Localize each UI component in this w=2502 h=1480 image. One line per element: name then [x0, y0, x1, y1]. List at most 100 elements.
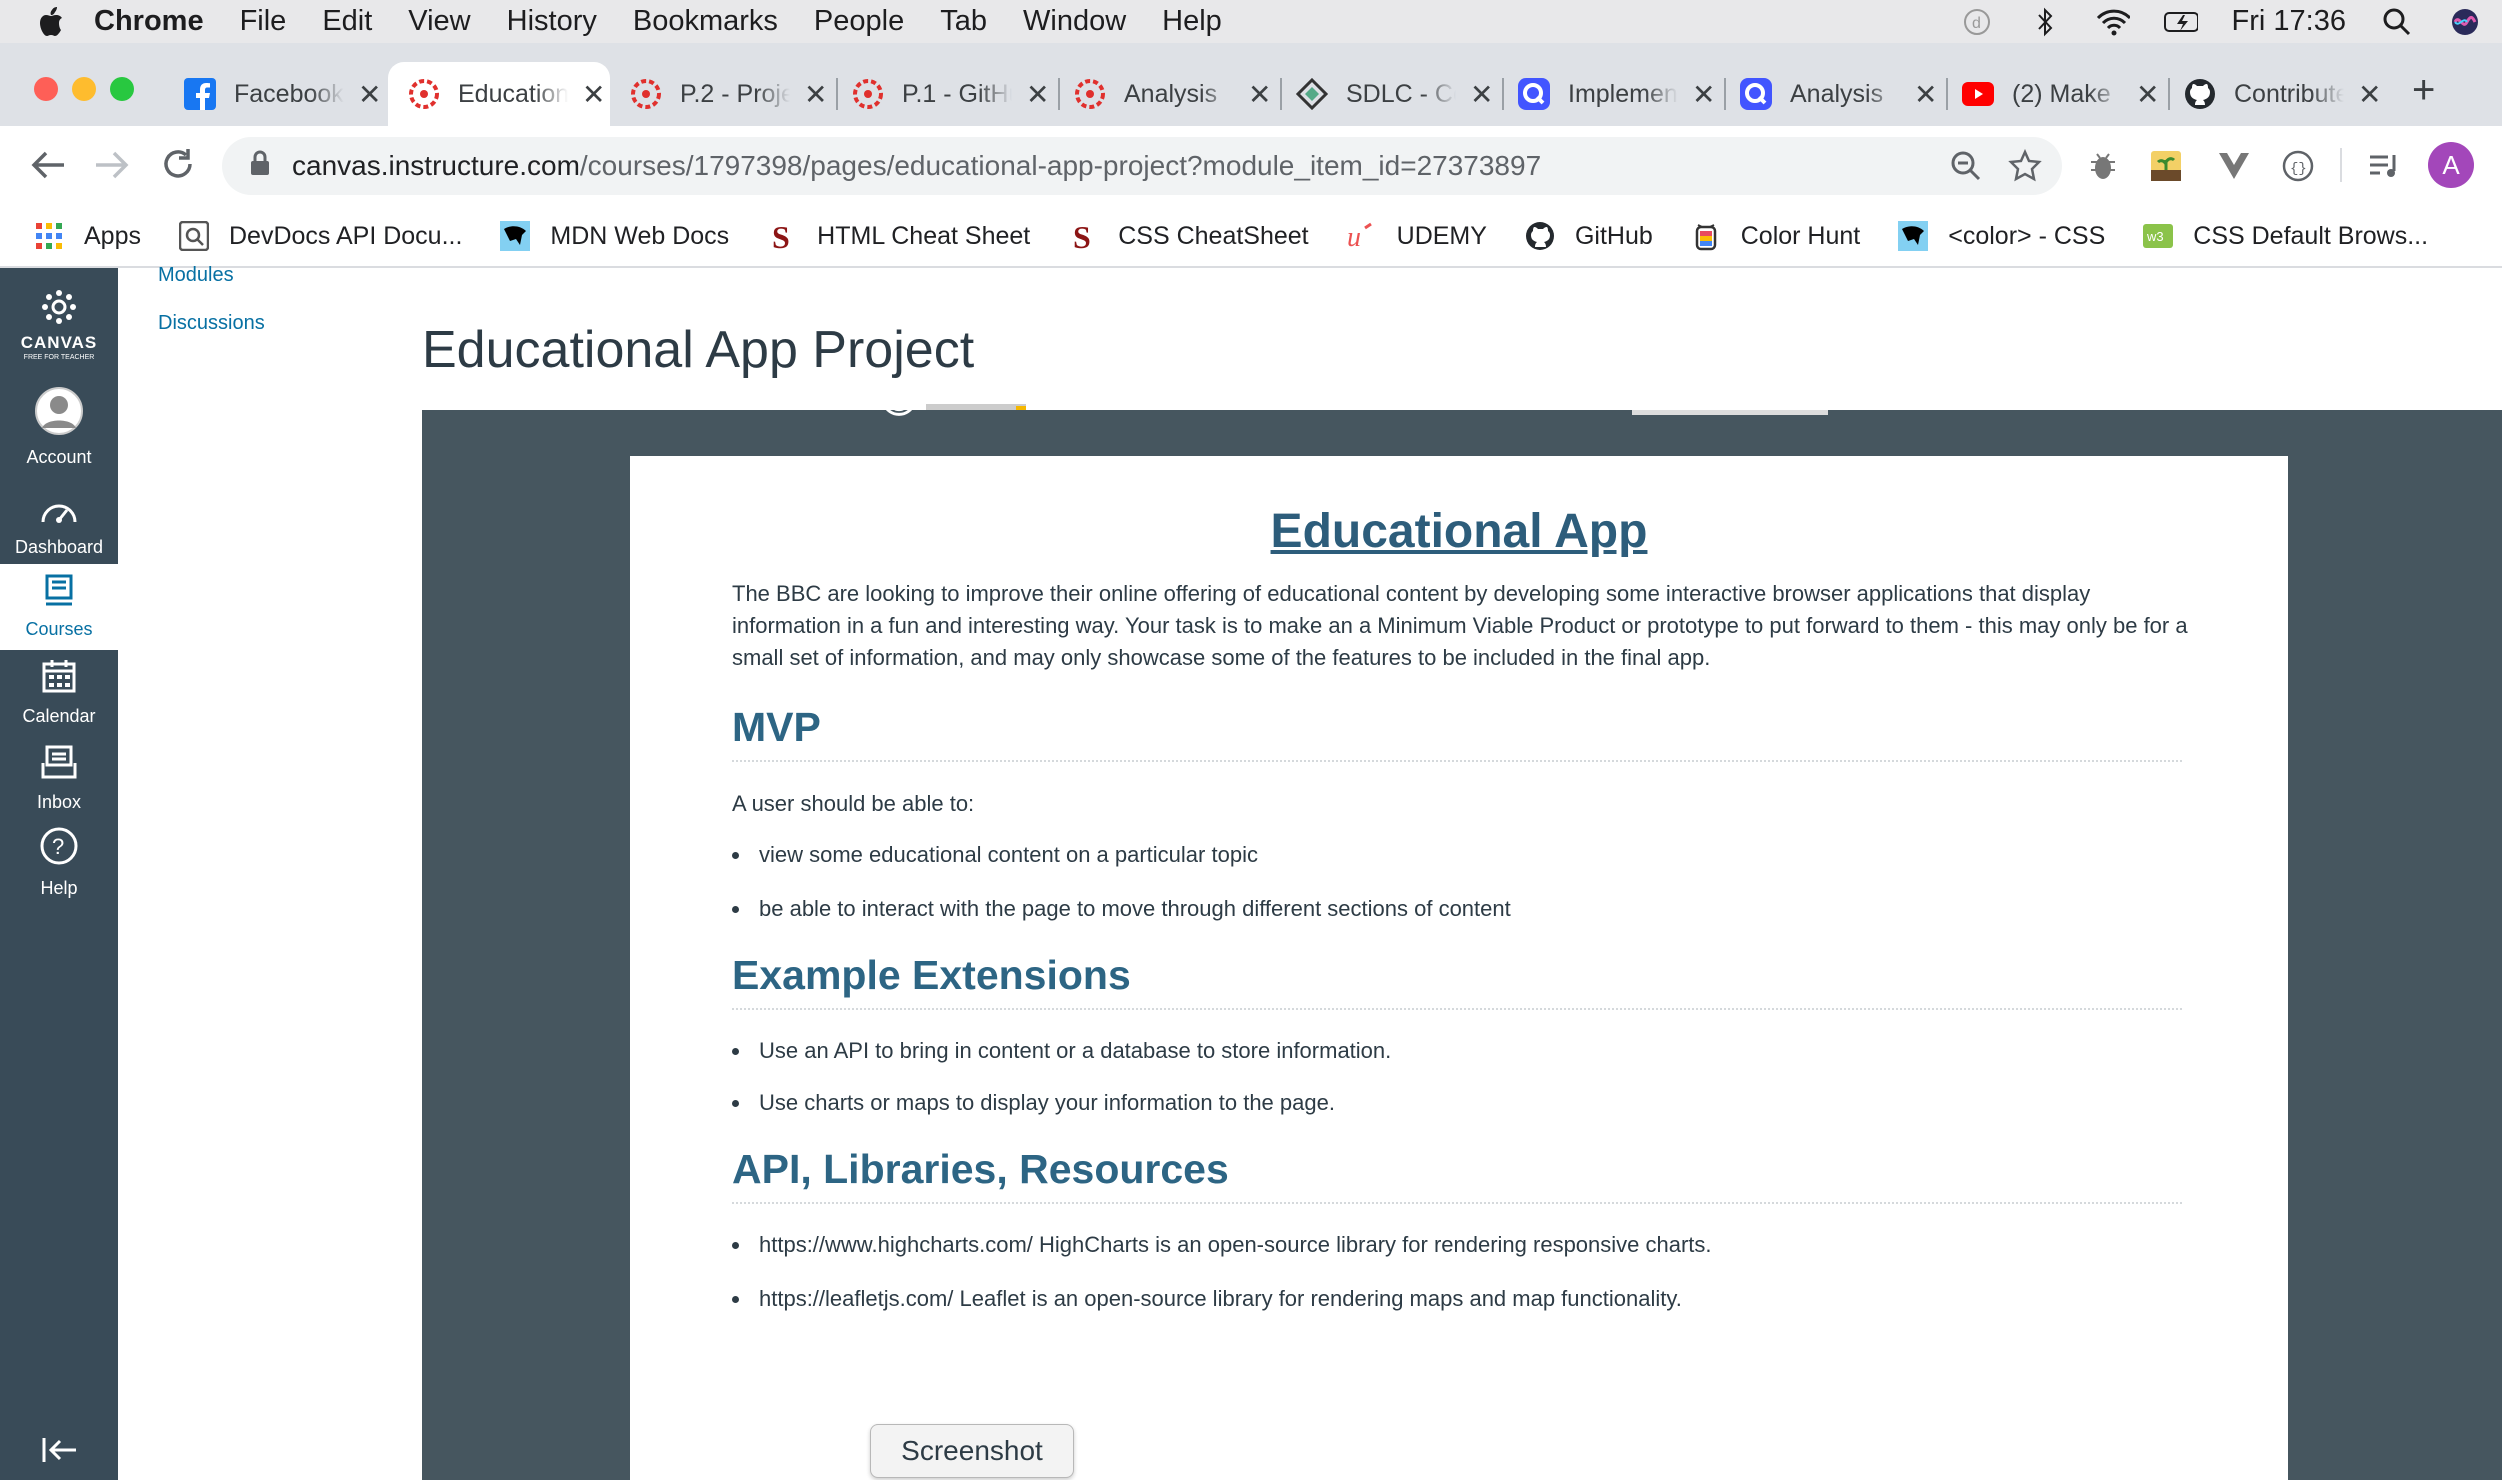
vue-devtools-icon[interactable]: [2218, 152, 2250, 185]
menu-edit[interactable]: Edit: [322, 5, 372, 38]
tab-close-icon[interactable]: ✕: [1470, 78, 1493, 111]
window-minimize-button[interactable]: [72, 77, 96, 101]
menu-tab[interactable]: Tab: [940, 5, 987, 38]
zoom-icon[interactable]: [1950, 150, 1982, 189]
menu-view[interactable]: View: [408, 5, 470, 38]
tab-separator: [2168, 78, 2170, 110]
tab-close-icon[interactable]: ✕: [1248, 78, 1271, 111]
nav-inbox[interactable]: Inbox: [0, 736, 118, 822]
menu-file[interactable]: File: [240, 5, 287, 38]
bookmark-udemy[interactable]: u UDEMY: [1347, 221, 1487, 251]
divider: [732, 1202, 2182, 1204]
collapse-nav-icon[interactable]: [42, 1436, 78, 1469]
lock-icon[interactable]: [250, 150, 270, 183]
canvas-logo[interactable]: CANVAS FREE FOR TEACHER: [0, 290, 118, 361]
stanford-icon: S: [767, 220, 797, 252]
nav-courses[interactable]: Courses: [0, 564, 118, 650]
screenshot-button[interactable]: Screenshot: [870, 1424, 1074, 1478]
window-zoom-button[interactable]: [110, 77, 134, 101]
tab-implementation[interactable]: Implementation ✕: [1506, 62, 1722, 126]
tab-close-icon[interactable]: ✕: [1914, 78, 1937, 111]
bookmark-color-css[interactable]: <color> - CSS: [1898, 221, 2105, 251]
stanford-icon: S: [1068, 220, 1098, 252]
nav-help[interactable]: ? Help: [0, 820, 118, 906]
spotlight-search-icon[interactable]: [2380, 5, 2414, 39]
menu-people[interactable]: People: [814, 5, 904, 38]
course-nav: Modules Discussions: [118, 264, 418, 668]
back-arrow-icon[interactable]: [30, 148, 66, 187]
tab-github-contribute[interactable]: Contribute ✕: [2172, 62, 2388, 126]
bookmark-css-default-browser[interactable]: w3 CSS Default Brows...: [2143, 221, 2428, 251]
tab-analysis[interactable]: Analysis ✕: [1062, 62, 1278, 126]
json-viewer-icon[interactable]: {}: [2282, 150, 2314, 187]
bug-extension-icon[interactable]: [2088, 150, 2118, 187]
nav-calendar[interactable]: Calendar: [0, 650, 118, 736]
forward-arrow-icon[interactable]: [94, 148, 130, 187]
page-title: Educational App Project: [422, 321, 975, 379]
menu-window[interactable]: Window: [1023, 5, 1126, 38]
nav-account[interactable]: Account: [0, 386, 118, 467]
siri-icon[interactable]: [2448, 5, 2482, 39]
tab-p1-github[interactable]: P.1 - GitHub ✕: [840, 62, 1056, 126]
course-nav-modules[interactable]: Modules: [158, 264, 234, 287]
help-icon: ?: [40, 827, 78, 870]
tab-close-icon[interactable]: ✕: [1692, 78, 1715, 111]
embedded-link-fragment[interactable]: [1632, 404, 1832, 422]
wifi-icon[interactable]: [2096, 5, 2130, 39]
menu-history[interactable]: History: [507, 5, 597, 38]
address-bar[interactable]: canvas.instructure.com/courses/1797398/p…: [222, 137, 2062, 195]
mvp-lead: A user should be able to:: [732, 791, 975, 816]
tab-youtube[interactable]: (2) Make ✕: [1950, 62, 2166, 126]
bluetooth-icon[interactable]: [2028, 5, 2062, 39]
macos-menubar: Chrome File Edit View History Bookmarks …: [0, 0, 2502, 43]
tab-close-icon[interactable]: ✕: [2136, 78, 2159, 111]
tab-sdlc[interactable]: SDLC - Course ✕: [1284, 62, 1500, 126]
list-item: https://leafletjs.com/ Leaflet is an ope…: [732, 1286, 1682, 1312]
resources-heading: API, Libraries, Resources: [732, 1146, 1229, 1192]
menu-bookmarks[interactable]: Bookmarks: [633, 5, 778, 38]
menu-app-name[interactable]: Chrome: [94, 5, 204, 38]
tab-close-icon[interactable]: ✕: [2358, 78, 2381, 111]
devdocs-icon: [178, 221, 209, 251]
tab-p2-project[interactable]: P.2 - Project ✕: [618, 62, 834, 126]
bookmark-html-cheat-sheet[interactable]: S HTML Cheat Sheet: [767, 220, 1030, 252]
plant-extension-icon[interactable]: [2150, 150, 2182, 187]
tab-close-icon[interactable]: ✕: [358, 78, 381, 111]
list-item: be able to interact with the page to mov…: [732, 896, 1511, 922]
tab-close-icon[interactable]: ✕: [1026, 78, 1049, 111]
bookmark-star-icon[interactable]: [2008, 148, 2042, 190]
course-nav-discussions[interactable]: Discussions: [158, 312, 265, 335]
media-playlist-icon[interactable]: [2368, 152, 2402, 185]
url-path: /courses/1797398/pages/educational-app-p…: [579, 150, 1542, 181]
nav-dashboard[interactable]: Dashboard: [0, 488, 118, 568]
tab-close-icon[interactable]: ✕: [804, 78, 827, 111]
bookmark-apps[interactable]: Apps: [34, 221, 141, 251]
tab-separator: [1280, 78, 1282, 110]
reload-icon[interactable]: [160, 146, 196, 187]
new-tab-button[interactable]: +: [2412, 70, 2435, 110]
tab-educational-app-project[interactable]: Educational App Project ✕: [388, 62, 610, 126]
menu-help[interactable]: Help: [1162, 5, 1222, 38]
bookmark-github[interactable]: GitHub: [1525, 221, 1653, 251]
menubar-clock[interactable]: Fri 17:36: [2232, 5, 2346, 38]
bookmark-css-cheatsheet[interactable]: S CSS CheatSheet: [1068, 220, 1308, 252]
mdn-icon: [500, 221, 531, 251]
canvas-logo-text: CANVAS: [20, 333, 98, 352]
apple-icon[interactable]: [38, 0, 94, 43]
list-item: Use an API to bring in content or a data…: [732, 1038, 1391, 1064]
tab-facebook[interactable]: Facebook ✕: [170, 62, 386, 126]
tab-analysis-2[interactable]: Analysis ✕: [1728, 62, 1944, 126]
bookmark-color-hunt[interactable]: Color Hunt: [1691, 221, 1860, 251]
calendar-icon: [42, 659, 76, 698]
bookmark-devdocs[interactable]: DevDocs API Docu...: [178, 221, 462, 251]
tab-close-icon[interactable]: ✕: [582, 78, 605, 111]
profile-avatar[interactable]: A: [2428, 142, 2474, 188]
bookmark-mdn[interactable]: MDN Web Docs: [500, 221, 729, 251]
svg-text:d: d: [1972, 15, 1981, 32]
canvas-icon: [408, 78, 440, 110]
window-close-button[interactable]: [34, 77, 58, 101]
dashlane-icon[interactable]: d: [1960, 5, 1994, 39]
github-icon: [2184, 78, 2216, 110]
svg-text:{}: {}: [2290, 161, 2307, 177]
battery-icon[interactable]: [2163, 5, 2198, 39]
